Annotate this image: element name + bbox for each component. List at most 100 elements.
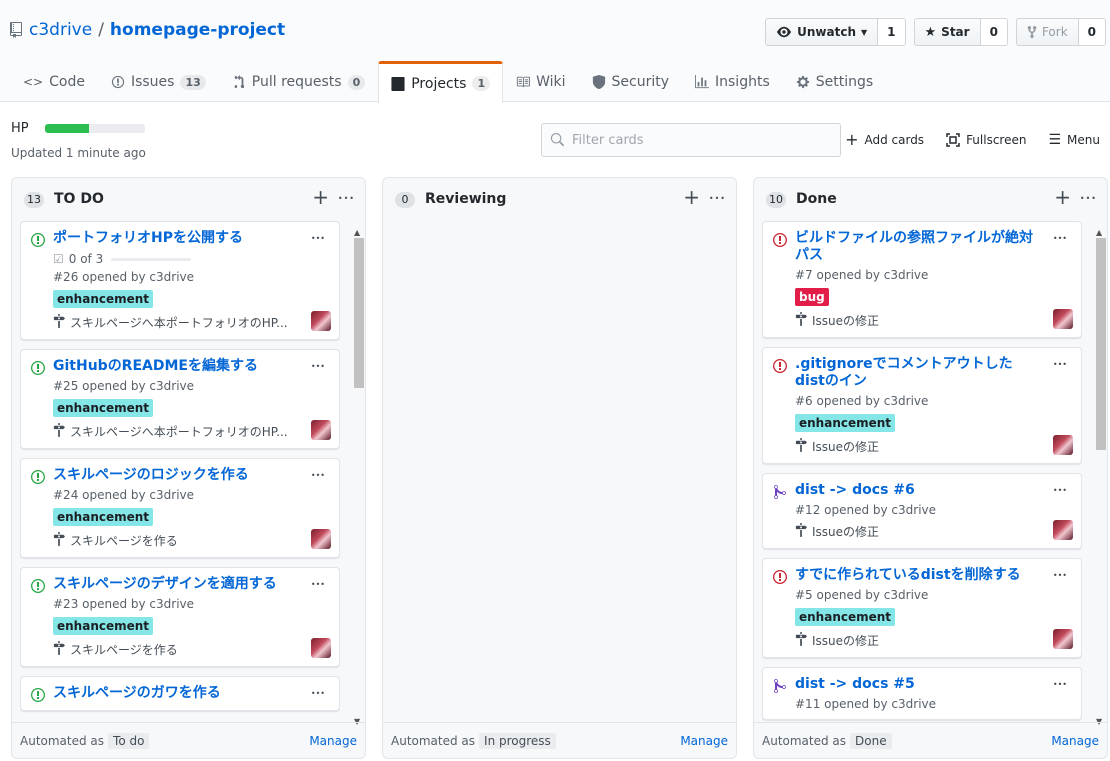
issue-card[interactable]: GitHubのREADMEを編集する ••• #25 opened by c3dri… <box>20 349 340 449</box>
card-menu-icon[interactable]: ••• <box>1053 680 1067 689</box>
column-card-count: 13 <box>24 192 44 208</box>
avatar[interactable] <box>1053 520 1073 540</box>
card-menu-icon[interactable]: ••• <box>311 580 325 589</box>
tab-projects[interactable]: Projects 1 <box>378 61 504 103</box>
card-menu-icon[interactable]: ••• <box>311 362 325 371</box>
card-labels: enhancement <box>795 408 1071 432</box>
manage-automation-link[interactable]: Manage <box>1051 734 1099 748</box>
avatar[interactable] <box>311 638 331 658</box>
label-enhancement[interactable]: enhancement <box>53 617 154 635</box>
card-menu-icon[interactable]: ••• <box>311 471 325 480</box>
card-title-link[interactable]: すでに作られているdistを削除する <box>795 567 1071 584</box>
manage-automation-link[interactable]: Manage <box>680 734 728 748</box>
issue-card[interactable]: ポートフォリオHPを公開する ••• ☑ 0 of 3 #26 opened by c3… <box>20 221 340 340</box>
tab-security[interactable]: Security <box>579 61 683 102</box>
card-milestone[interactable]: Issueの修正 <box>795 312 1040 329</box>
tab-insights[interactable]: Insights <box>682 61 783 102</box>
card-milestone[interactable]: Issueの修正 <box>795 632 1040 649</box>
avatar[interactable] <box>311 529 331 549</box>
milestone-name: Issueの修正 <box>812 440 880 454</box>
card-milestone[interactable]: スキルページへ本ポートフォリオのHP... <box>53 423 298 440</box>
issue-card[interactable]: スキルページのデザインを適用する ••• #23 opened by c3drive… <box>20 567 340 667</box>
card-title-link[interactable]: ビルドファイルの参照ファイルが絶対パス <box>795 230 1071 264</box>
add-cards-button[interactable]: + Add cards <box>845 130 924 149</box>
label-bug[interactable]: bug <box>795 288 829 306</box>
manage-automation-link[interactable]: Manage <box>309 734 357 748</box>
card-title-link[interactable]: ポートフォリオHPを公開する <box>53 230 329 247</box>
card-menu-icon[interactable]: ••• <box>1053 360 1067 369</box>
milestone-name: Issueの修正 <box>812 634 880 648</box>
unwatch-button[interactable]: Unwatch ▼ <box>765 18 879 46</box>
fullscreen-button[interactable]: Fullscreen <box>946 130 1026 149</box>
milestone-icon <box>795 632 807 649</box>
issue-card[interactable]: dist -> docs #5 ••• #11 opened by c3drive <box>762 667 1082 720</box>
tab-wiki[interactable]: Wiki <box>503 61 578 102</box>
label-enhancement[interactable]: enhancement <box>795 414 896 432</box>
column-menu-icon[interactable]: ••• <box>338 194 355 203</box>
issue-card[interactable]: ビルドファイルの参照ファイルが絶対パス ••• #7 opened by c3dri… <box>762 221 1082 338</box>
avatar[interactable] <box>1053 309 1073 329</box>
star-group: ★ Star 0 <box>913 18 1008 46</box>
scroll-up-arrow[interactable]: ▲ <box>1096 228 1102 237</box>
watch-group: Unwatch ▼ 1 <box>765 18 906 46</box>
card-milestone[interactable]: Issueの修正 <box>795 523 1040 540</box>
milestone-name: Issueの修正 <box>812 525 880 539</box>
scroll-up-arrow[interactable]: ▲ <box>354 228 360 237</box>
card-title-link[interactable]: スキルページのガワを作る <box>53 685 329 702</box>
add-card-plus-icon[interactable]: + <box>1054 187 1071 207</box>
card-milestone[interactable]: Issueの修正 <box>795 438 1040 455</box>
tab-settings[interactable]: Settings <box>783 61 886 102</box>
fork-button[interactable]: Fork <box>1015 18 1079 46</box>
scrollbar[interactable]: ▲ ▼ <box>353 228 364 726</box>
tab-code[interactable]: <> Code <box>10 61 98 102</box>
avatar[interactable] <box>1053 435 1073 455</box>
card-title-link[interactable]: GitHubのREADMEを編集する <box>53 358 329 375</box>
project-name[interactable]: HP <box>11 121 29 136</box>
issue-card[interactable]: スキルページのガワを作る ••• <box>20 676 340 711</box>
card-milestone[interactable]: スキルページを作る <box>53 641 298 658</box>
fork-count[interactable]: 0 <box>1078 18 1106 46</box>
repo-actions: Unwatch ▼ 1 ★ Star 0 Fork 0 <box>765 18 1106 46</box>
tab-pull-requests[interactable]: Pull requests 0 <box>219 61 378 102</box>
star-button[interactable]: ★ Star <box>913 18 981 46</box>
label-enhancement[interactable]: enhancement <box>53 508 154 526</box>
card-milestone[interactable]: スキルページを作る <box>53 532 298 549</box>
menu-button[interactable]: ☰ Menu <box>1048 130 1100 149</box>
avatar[interactable] <box>311 420 331 440</box>
repo-owner-link[interactable]: c3drive <box>29 20 92 40</box>
filter-cards-input[interactable] <box>572 132 822 148</box>
card-menu-icon[interactable]: ••• <box>1053 571 1067 580</box>
card-title-link[interactable]: .gitignoreでコメントアウトしたdistのイン <box>795 356 1071 390</box>
issue-card[interactable]: dist -> docs #6 ••• #12 opened by c3drive I… <box>762 473 1082 549</box>
avatar[interactable] <box>311 311 331 331</box>
card-milestone[interactable]: スキルページへ本ポートフォリオのHP... <box>53 314 298 331</box>
issue-card[interactable]: スキルページのロジックを作る ••• #24 opened by c3drive en… <box>20 458 340 558</box>
watch-count[interactable]: 1 <box>878 18 906 46</box>
card-title-link[interactable]: dist -> docs #6 <box>795 482 1071 499</box>
column-menu-icon[interactable]: ••• <box>1080 194 1097 203</box>
card-menu-icon[interactable]: ••• <box>1053 486 1067 495</box>
avatar[interactable] <box>1053 629 1073 649</box>
card-title-link[interactable]: スキルページのデザインを適用する <box>53 576 329 593</box>
card-title-link[interactable]: スキルページのロジックを作る <box>53 467 329 484</box>
milestone-icon <box>795 312 807 329</box>
issue-card[interactable]: .gitignoreでコメントアウトしたdistのイン ••• #6 opened … <box>762 347 1082 464</box>
add-card-plus-icon[interactable]: + <box>312 187 329 207</box>
column-menu-icon[interactable]: ••• <box>709 194 726 203</box>
star-count[interactable]: 0 <box>980 18 1008 46</box>
card-menu-icon[interactable]: ••• <box>311 234 325 243</box>
scroll-thumb[interactable] <box>354 238 364 388</box>
scroll-thumb[interactable] <box>1096 238 1106 450</box>
card-title-link[interactable]: dist -> docs #5 <box>795 676 1071 693</box>
card-menu-icon[interactable]: ••• <box>311 689 325 698</box>
fork-icon <box>1027 25 1037 39</box>
repo-name-link[interactable]: homepage-project <box>110 20 285 40</box>
add-card-plus-icon[interactable]: + <box>683 187 700 207</box>
label-enhancement[interactable]: enhancement <box>795 608 896 626</box>
card-menu-icon[interactable]: ••• <box>1053 234 1067 243</box>
issue-card[interactable]: すでに作られているdistを削除する ••• #5 opened by c3driv… <box>762 558 1082 658</box>
label-enhancement[interactable]: enhancement <box>53 290 154 308</box>
scrollbar[interactable]: ▲ ▼ <box>1095 228 1106 726</box>
tab-issues[interactable]: Issues 13 <box>98 61 219 102</box>
label-enhancement[interactable]: enhancement <box>53 399 154 417</box>
